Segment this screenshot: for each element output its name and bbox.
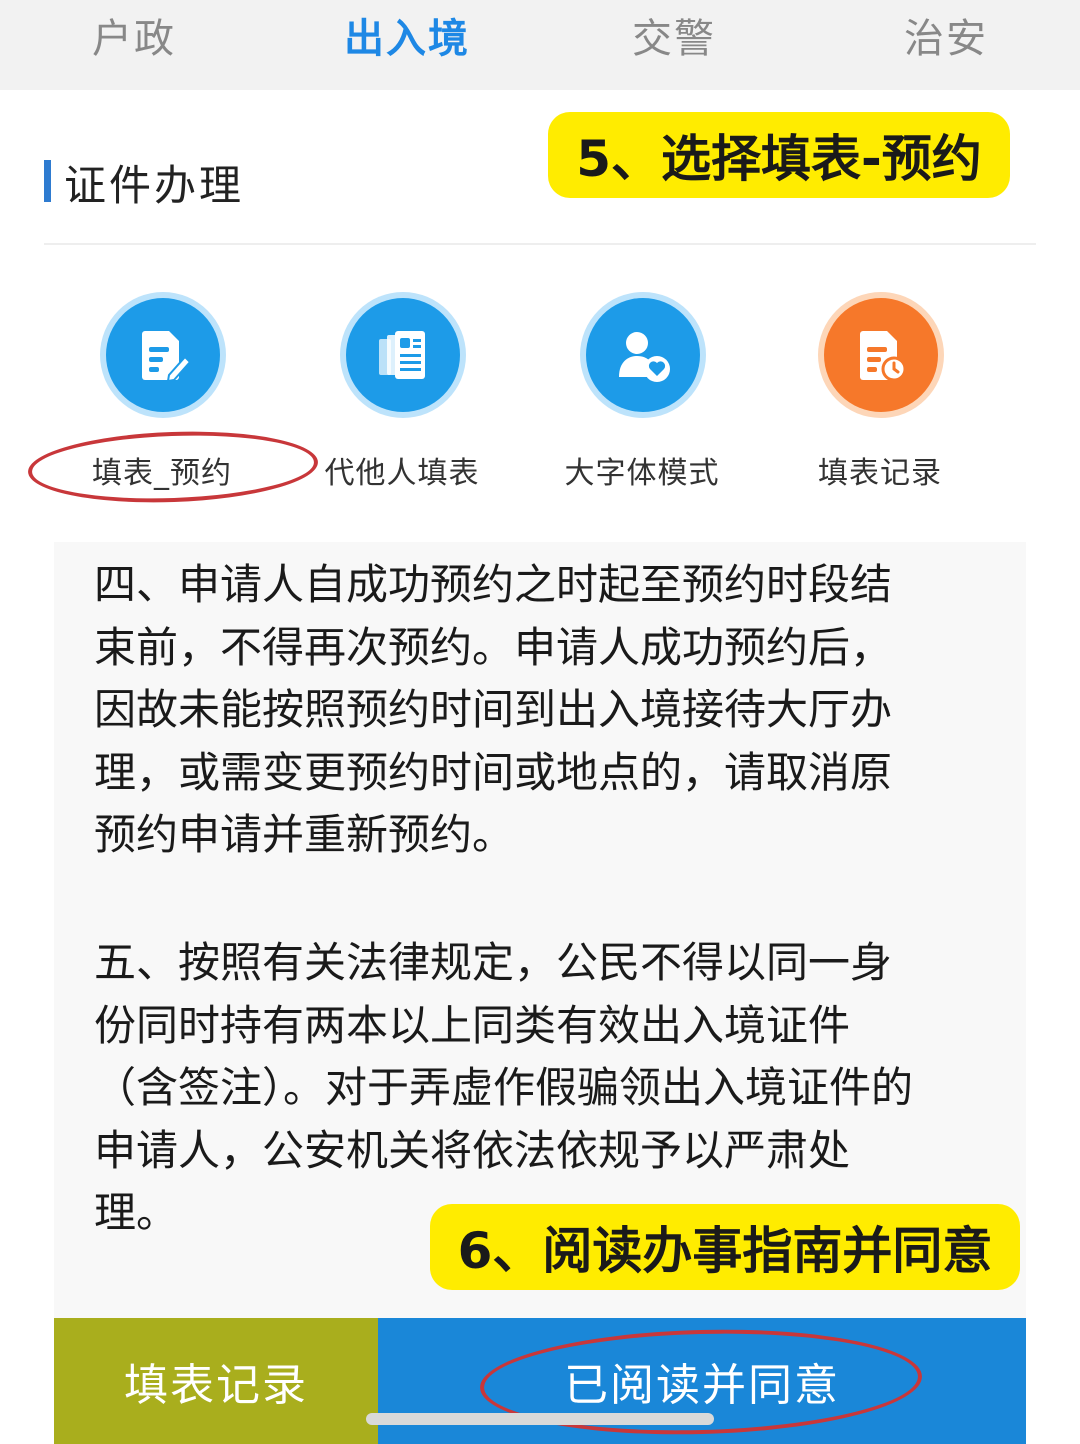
user-heart-icon	[586, 298, 700, 412]
action-fill-for-others[interactable]: 代他人填表	[282, 298, 522, 498]
section-title: 证件办理	[64, 161, 245, 210]
home-indicator[interactable]	[366, 1413, 714, 1425]
action-form-records[interactable]: 填表记录	[760, 298, 1000, 498]
edit-form-icon	[106, 298, 220, 412]
form-records-button[interactable]: 填表记录	[54, 1318, 378, 1444]
tab-churujing[interactable]: 出入境	[344, 6, 470, 64]
form-clock-icon	[824, 298, 938, 412]
section-accent-bar	[44, 160, 51, 202]
tab-zhian[interactable]: 治安	[904, 6, 988, 64]
documents-icon	[346, 298, 460, 412]
top-tab-bar: 户政 出入境 交警 治安	[0, 0, 1080, 90]
guide-paragraph-5: 五、按照有关法律规定，公民不得以同一身 份同时持有两本以上同类有效出入境证件 （…	[94, 938, 914, 1237]
tab-huzheng[interactable]: 户政	[92, 6, 176, 64]
tab-jiaojing[interactable]: 交警	[632, 6, 716, 64]
divider	[44, 243, 1036, 245]
guide-paragraph-4: 四、申请人自成功预约之时起至预约时段结 束前，不得再次预约。申请人成功预约后， …	[94, 560, 893, 859]
action-label: 大字体模式	[564, 456, 720, 491]
step6-annotation: 6、阅读办事指南并同意	[430, 1204, 1020, 1290]
step5-annotation: 5、选择填表-预约	[548, 112, 1010, 198]
action-label: 填表记录	[818, 456, 942, 491]
action-large-font-mode[interactable]: 大字体模式	[522, 298, 762, 498]
action-label: 代他人填表	[324, 456, 480, 491]
